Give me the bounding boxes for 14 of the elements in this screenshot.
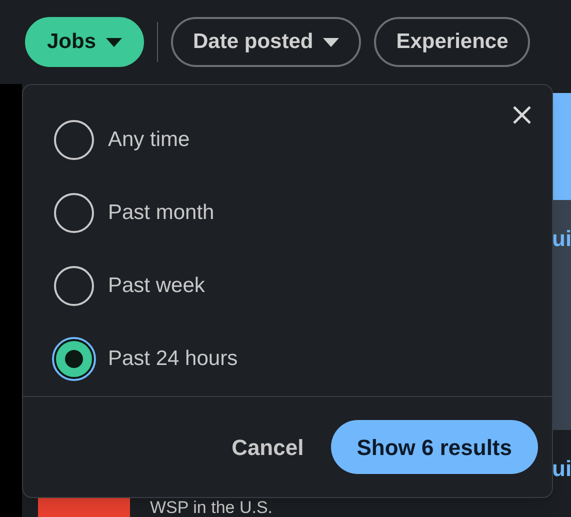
company-text: WSP in the U.S. (150, 498, 273, 517)
option-label: Past month (108, 200, 214, 226)
option-label: Past week (108, 273, 205, 300)
filter-chip[interactable]: Jobs (25, 17, 144, 67)
show-results-button[interactable]: Show 6 results (330, 420, 538, 474)
link-text[interactable]: ui (552, 222, 571, 255)
radio-button[interactable] (54, 339, 94, 379)
cancel-button[interactable]: Cancel (232, 430, 304, 464)
close-icon (512, 105, 532, 125)
option-label: Past 24 hours (108, 346, 238, 372)
filter-chip[interactable]: Experience (374, 17, 530, 67)
option-label: Any time (108, 127, 190, 154)
link-text[interactable]: ui (552, 452, 571, 485)
filter-chip[interactable]: Date posted (171, 17, 362, 67)
